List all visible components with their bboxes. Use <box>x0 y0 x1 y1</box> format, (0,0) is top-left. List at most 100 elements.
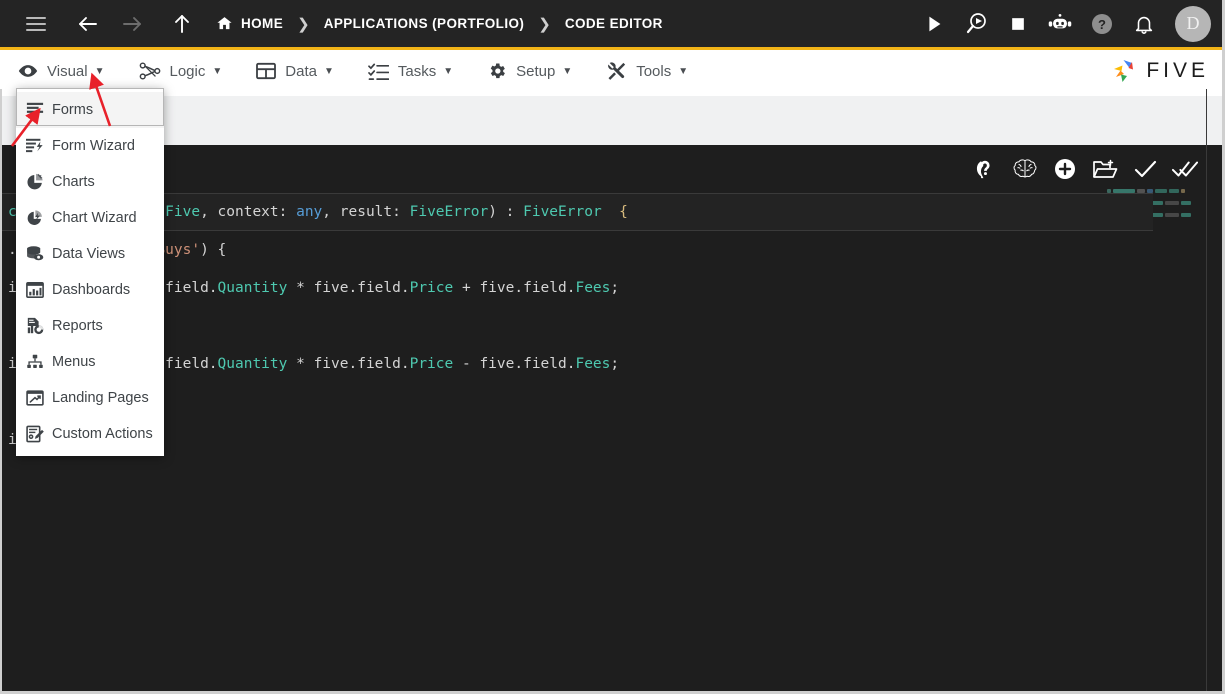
window-left-edge <box>0 89 2 694</box>
question-circle-icon[interactable]: ? <box>1081 0 1123 49</box>
check-icon[interactable] <box>1125 145 1165 193</box>
search-play-icon[interactable] <box>955 0 997 49</box>
code-line[interactable]: .actionID() === 'Buys') { <box>0 231 1225 269</box>
breadcrumb-home-label: HOME <box>241 16 284 31</box>
code-token: , result: <box>322 204 410 220</box>
dashboard-icon <box>26 281 52 299</box>
annotation-arrow-to-forms-item <box>10 107 41 147</box>
hamburger-icon[interactable] <box>14 0 58 49</box>
bell-icon[interactable] <box>1123 0 1165 49</box>
code-line[interactable]: ive.success(); <box>0 421 1225 459</box>
visual-menu-item-label: Data Views <box>52 246 126 262</box>
code-token: FiveError <box>409 204 489 220</box>
breadcrumb-applications[interactable]: APPLICATIONS (PORTFOLIO) <box>324 0 525 49</box>
visual-menu-item-label: Dashboards <box>52 282 131 298</box>
code-token: * five.field. <box>287 356 410 372</box>
folder-open-icon[interactable] <box>1085 145 1125 193</box>
code-line[interactable] <box>0 307 1225 345</box>
visual-menu-item-label: Charts <box>52 174 95 190</box>
code-token: FiveError <box>523 204 602 220</box>
visual-menu-item-dashboards[interactable]: Dashboards <box>16 272 164 308</box>
breadcrumb-code-editor-label: CODE EDITOR <box>564 16 663 31</box>
gear-icon <box>487 61 507 81</box>
arrow-left-icon[interactable] <box>66 0 110 49</box>
code-token: ; <box>610 356 620 372</box>
sitemap-icon <box>26 353 52 371</box>
visual-menu-item-reports[interactable]: Reports <box>16 308 164 344</box>
custom-action-icon <box>26 425 52 443</box>
code-editor-toolbar <box>965 145 1205 193</box>
module-menu-bar: Visual ▼ Logic ▼ Data ▼ Tasks ▼ Setup ▼ … <box>0 53 1225 89</box>
menu-item-tools[interactable]: Tools ▼ <box>606 53 688 89</box>
plus-circle-icon[interactable] <box>1045 145 1085 193</box>
code-line[interactable]: culateTotal(five: Five, context: any, re… <box>0 193 1153 231</box>
code-line[interactable]: ield.Total = five.field.Quantity * five.… <box>0 345 1225 383</box>
breadcrumb-code-editor[interactable]: CODE EDITOR <box>565 0 663 49</box>
svg-text:?: ? <box>1098 17 1106 32</box>
five-mark-icon <box>1114 60 1134 82</box>
stop-icon[interactable] <box>997 0 1039 49</box>
visual-menu-item-charts[interactable]: Charts <box>16 164 164 200</box>
visual-menu-item-label: Reports <box>52 318 103 334</box>
code-line[interactable]: ield.Total = five.field.Quantity * five.… <box>0 269 1225 307</box>
code-editor-panel: culateTotal(five: Five, context: any, re… <box>0 145 1225 694</box>
pie-chart-icon <box>26 173 52 191</box>
checklist-icon <box>368 62 389 81</box>
menu-item-tools-label: Tools <box>636 62 672 80</box>
top-navigation-bar: HOME ❯ APPLICATIONS (PORTFOLIO) ❯ CODE E… <box>0 0 1225 50</box>
code-token: Fees <box>575 280 611 296</box>
chart-wizard-icon <box>26 209 52 227</box>
app-window: HOME ❯ APPLICATIONS (PORTFOLIO) ❯ CODE E… <box>0 0 1225 694</box>
visual-menu-item-custom-actions[interactable]: Custom Actions <box>16 416 164 452</box>
visual-menu-item-label: Menus <box>52 354 96 370</box>
visual-menu-item-label: Form Wizard <box>52 138 135 154</box>
menu-item-data[interactable]: Data ▼ <box>256 53 334 89</box>
five-brand-logo: FIVE <box>1110 57 1225 85</box>
code-line[interactable] <box>0 383 1225 421</box>
home-icon <box>216 15 233 32</box>
person-question-icon[interactable] <box>965 145 1005 193</box>
robot-icon[interactable] <box>1039 0 1081 49</box>
menu-item-logic[interactable]: Logic ▼ <box>139 53 223 89</box>
code-text-area[interactable]: culateTotal(five: Five, context: any, re… <box>0 193 1225 694</box>
visual-menu-item-chart-wizard[interactable]: Chart Wizard <box>16 200 164 236</box>
code-token: any <box>296 204 323 220</box>
visual-menu-item-menus[interactable]: Menus <box>16 344 164 380</box>
brain-icon[interactable] <box>1005 145 1045 193</box>
code-token: , context: <box>200 204 297 220</box>
code-token: + five.field. <box>453 280 576 296</box>
arrow-up-icon[interactable] <box>160 0 204 49</box>
menu-item-tasks-label: Tasks <box>397 62 437 80</box>
menu-item-setup-label: Setup <box>516 62 556 80</box>
menu-item-visual-label: Visual <box>47 62 88 80</box>
breadcrumb-separator: ❯ <box>297 15 310 33</box>
visual-menu-item-landing-pages[interactable]: Landing Pages <box>16 380 164 416</box>
code-token: Fees <box>575 356 611 372</box>
code-token: ) : <box>488 204 524 220</box>
annotation-arrow-to-visual-caret <box>89 72 112 127</box>
visual-menu-item-data-views[interactable]: Data Views <box>16 236 164 272</box>
menu-item-setup[interactable]: Setup ▼ <box>487 53 572 89</box>
database-eye-icon <box>26 245 52 263</box>
landing-page-icon <box>26 389 52 407</box>
code-lines: culateTotal(five: Five, context: any, re… <box>0 193 1225 459</box>
five-brand-text: FIVE <box>1146 59 1209 82</box>
code-token: { <box>601 204 628 220</box>
breadcrumb-separator-2: ❯ <box>538 15 551 33</box>
avatar[interactable]: D <box>1175 5 1211 42</box>
menu-item-tasks[interactable]: Tasks ▼ <box>368 53 453 89</box>
breadcrumb-home[interactable]: HOME <box>216 0 283 49</box>
code-token: Price <box>409 280 454 296</box>
double-check-icon[interactable] <box>1165 145 1205 193</box>
menu-item-data-label: Data <box>285 62 317 80</box>
code-token: Quantity <box>217 356 288 372</box>
code-token: Quantity <box>217 280 288 296</box>
chevron-down-icon: ▼ <box>443 65 454 77</box>
code-token: ) { <box>200 242 227 258</box>
visual-menu-item-label: Custom Actions <box>52 426 153 442</box>
table-icon <box>256 62 277 80</box>
play-icon[interactable] <box>913 0 955 49</box>
chevron-down-icon: ▼ <box>212 65 223 77</box>
wrench-screwdriver-icon <box>606 61 627 81</box>
arrow-right-icon[interactable] <box>110 0 154 49</box>
